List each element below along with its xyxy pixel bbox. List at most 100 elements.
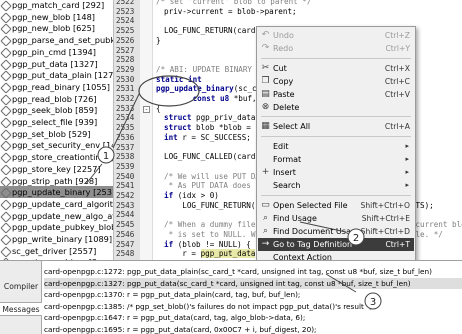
menu-item-insert[interactable]: + Insert ▸ <box>258 166 414 179</box>
message-row[interactable]: card-openpgp.c:1695: r = pgp_put_data(ca… <box>44 324 462 334</box>
message-row[interactable]: card-openpgp.c:1272: pgp_put_data_plain(… <box>44 266 462 277</box>
function-icon <box>1 11 12 23</box>
fold-toggle-icon[interactable]: - <box>143 105 150 113</box>
menu-item-undo: ↶ Undo Ctrl+Z <box>258 29 414 42</box>
tree-item-label: sc_get_driver [2557] <box>12 245 97 256</box>
function-icon <box>1 151 12 163</box>
line-number: 2524 <box>116 16 135 26</box>
code-line[interactable]: if (blob != NULL) { <box>164 240 251 250</box>
menu-item-find-document-usage[interactable]: ⌕ Find Document Usage Shift+Ctrl+D <box>258 225 414 238</box>
menu-item-shortcut: Ctrl+C <box>384 76 410 86</box>
tree-item-label: pgp_put_data [1327] <box>12 58 98 69</box>
function-icon <box>1 210 12 222</box>
tree-item[interactable]: pgp_store_creationtime [1... <box>0 151 113 163</box>
tree-item[interactable]: pgp_parse_and_set_pubkey <box>0 34 113 46</box>
tree-item[interactable]: pgp_read_blob [726] <box>0 93 113 105</box>
code-line[interactable]: } <box>156 36 161 46</box>
tree-item[interactable]: pgp_new_blob [625] <box>0 22 113 34</box>
menu-item-paste[interactable]: ▤ Paste Ctrl+V <box>258 88 414 101</box>
menu-item-search[interactable]: Search ▸ <box>258 179 414 192</box>
symbol-tree[interactable]: pgp_match_card [292] pgp_new_blob [148] pg… <box>0 0 114 260</box>
code-line[interactable]: if (idx > 0) <box>164 191 219 201</box>
menu-item-label: Undo <box>273 31 294 40</box>
paste-icon: ▤ <box>261 88 270 99</box>
function-icon <box>1 22 12 34</box>
open-file-icon: ▭ <box>261 199 270 210</box>
tree-item-label: pgp_pin_cmd [1394] <box>12 46 96 57</box>
tree-item[interactable]: pgp_seek_blob [859] <box>0 104 113 116</box>
tree-item[interactable]: pgp_put_data [1327] <box>0 58 113 70</box>
code-line[interactable]: /* ABI: UPDATE BINARY */ <box>156 65 266 75</box>
menu-item-shortcut: Shift+Ctrl+E <box>361 213 410 223</box>
function-icon <box>1 139 12 151</box>
tree-item[interactable]: pgp_write_binary [1089] <box>0 233 113 245</box>
message-window: Compiler Messages card-openpgp.c:1272: pg… <box>0 260 462 334</box>
menu-item-delete[interactable]: ⊗ Delete <box>258 101 414 114</box>
message-row[interactable]: card-openpgp.c:1385: /* pgp_set_blob()'s… <box>44 301 462 312</box>
tree-item-label: pgp_seek_blob [859] <box>12 105 98 116</box>
tree-item[interactable]: pgp_store_key [2257] <box>0 163 113 175</box>
line-number: 2533 <box>116 103 135 113</box>
message-row[interactable]: card-openpgp.c:1647: r = pgp_put_data(ca… <box>44 312 462 323</box>
submenu-arrow-icon: ▸ <box>405 142 409 151</box>
code-line[interactable]: static int <box>156 75 202 85</box>
function-icon <box>1 69 12 81</box>
tree-item-label: pgp_match_card [292] <box>12 0 105 10</box>
line-number: 2541 <box>116 181 135 191</box>
tree-item[interactable]: pgp_pin_cmd [1394] <box>0 46 113 58</box>
menu-item-label: Insert <box>273 168 296 178</box>
line-number: 2542 <box>116 191 135 200</box>
tree-item[interactable]: pgp_strip_path [928] <box>0 175 113 187</box>
code-line[interactable]: int r = SC_SUCCESS; <box>164 133 251 143</box>
function-icon <box>1 245 12 257</box>
menu-item-label: Edit <box>273 142 289 152</box>
line-number: 2526 <box>116 35 135 45</box>
menu-item-shortcut: Shift+Ctrl+O <box>360 200 410 210</box>
menu-item-copy[interactable]: ❐ Copy Ctrl+C <box>258 75 414 88</box>
function-icon <box>1 116 12 128</box>
tree-item-label: pgp_read_binary [1055] <box>12 81 110 92</box>
tree-item-label: pgp_read_blob [726] <box>12 93 97 104</box>
line-number: 2535 <box>116 123 135 133</box>
tree-item[interactable]: pgp_read_binary [1055] <box>0 81 113 93</box>
fold-margin[interactable] <box>140 0 153 260</box>
menu-item-find-usage[interactable]: ⌕ Find Usage Shift+Ctrl+E <box>258 212 414 225</box>
menu-item-label: Select All <box>273 122 311 132</box>
function-icon <box>1 0 12 11</box>
tab-messages[interactable]: Messages <box>0 302 42 316</box>
menu-item-select-all[interactable]: ▦ Select All Ctrl+A <box>258 120 414 133</box>
message-row[interactable]: card-openpgp.c:1327: pgp_put_data(sc_car… <box>44 277 462 289</box>
menu-item-go-to-tag-definition[interactable]: → Go to Tag Definition Ctrl+T <box>258 237 414 251</box>
message-row[interactable]: card-openpgp.c:1370: r = pgp_put_data_pl… <box>44 289 462 300</box>
select-all-icon: ▦ <box>261 121 270 132</box>
menu-item-cut[interactable]: ✂ Cut Ctrl+X <box>258 62 414 75</box>
menu-item-shortcut: Ctrl+X <box>384 63 410 73</box>
tree-item-label: pgp_update_card_algorithm <box>12 198 114 209</box>
code-line[interactable]: { <box>156 104 161 114</box>
tree-item[interactable]: pgp_match_card [292] <box>0 0 113 11</box>
tree-item[interactable]: pgp_update_new_algo_attr <box>0 210 113 222</box>
tree-item[interactable]: pgp_update_card_algorithm <box>0 198 114 210</box>
insert-icon: + <box>261 167 270 178</box>
menu-separator <box>261 194 411 196</box>
tree-item[interactable]: pgp_set_blob [529] <box>0 128 113 140</box>
tree-item[interactable]: pgp_set_security_env [1458] <box>0 139 113 151</box>
tree-item[interactable]: pgp_update_pubkey_blob [ <box>0 221 113 233</box>
tab-compiler[interactable]: Compiler <box>0 280 42 294</box>
menu-item-edit[interactable]: Edit ▸ <box>258 140 414 153</box>
menu-separator <box>261 136 411 138</box>
line-number: 2543 <box>116 200 135 210</box>
tree-item[interactable]: pgp_put_data_plain [1272] <box>0 69 113 81</box>
menu-item-label: Cut <box>273 63 287 73</box>
tree-item-label: pgp_set_security_env [1458] <box>12 140 113 151</box>
goto-definition-icon: → <box>261 238 270 249</box>
tree-item[interactable]: pgp_new_blob [148] <box>0 11 113 23</box>
function-icon <box>1 233 12 245</box>
code-line[interactable]: priv->current = blob->parent; <box>164 7 297 17</box>
menu-separator <box>261 116 411 118</box>
tree-item[interactable]: pgp_update_binary [2531] <box>0 186 113 199</box>
tree-item[interactable]: pgp_select_file [939] <box>0 116 113 128</box>
menu-item-format[interactable]: Format ▸ <box>258 153 414 166</box>
menu-item-open-selected-file[interactable]: ▭ Open Selected File Shift+Ctrl+O <box>258 199 414 212</box>
tree-item[interactable]: sc_get_driver [2557] <box>0 245 113 257</box>
